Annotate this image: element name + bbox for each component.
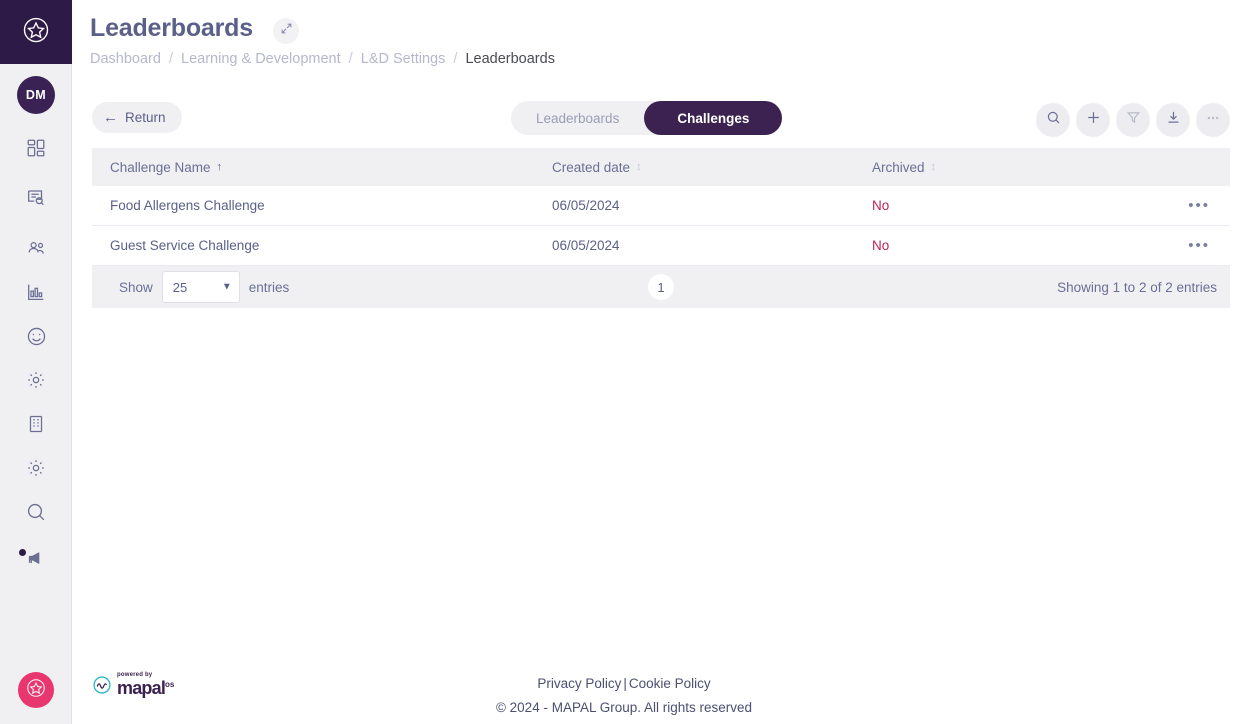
breadcrumb-item-learning-development[interactable]: Learning & Development: [181, 51, 341, 67]
page-size-select-wrapper: 25 10 50 100 ▼: [161, 271, 240, 303]
cell-created-date: 06/05/2024: [552, 198, 620, 213]
table-footer: Show 25 10 50 100 ▼ entries 1 Showing 1 …: [92, 266, 1230, 308]
return-button[interactable]: ← Return: [92, 102, 182, 133]
cell-challenge-name: Guest Service Challenge: [110, 238, 260, 253]
link-divider: |: [623, 676, 627, 691]
sidebar-item-reports[interactable]: [0, 182, 72, 212]
gear-icon: [25, 369, 47, 391]
entries-label: entries: [248, 279, 290, 295]
filter-button[interactable]: [1116, 103, 1150, 137]
return-button-label: Return: [125, 110, 166, 125]
download-icon: [1165, 109, 1182, 131]
sort-none-icon: ↕: [636, 160, 642, 173]
search-icon: [1045, 109, 1062, 131]
breadcrumb-separator: /: [168, 51, 173, 67]
star-circle-icon: [21, 15, 51, 50]
breadcrumb-item-dashboard[interactable]: Dashboard: [90, 51, 161, 67]
show-label: Show: [119, 279, 153, 295]
search-button[interactable]: [1036, 103, 1070, 137]
toolbar-actions: [1036, 103, 1230, 137]
document-search-icon: [25, 186, 47, 208]
view-toggle-group: Leaderboards Challenges: [511, 101, 783, 135]
breadcrumb-item-ld-settings[interactable]: L&D Settings: [361, 51, 446, 67]
megaphone-icon: [18, 547, 48, 570]
sidebar-item-announcements[interactable]: [0, 543, 72, 573]
tab-challenges[interactable]: Challenges: [644, 101, 783, 135]
notification-badge: [18, 548, 26, 556]
legal-links: Privacy Policy | Cookie Policy: [0, 672, 1248, 696]
sidebar-item-analytics[interactable]: [0, 277, 72, 307]
row-actions-button[interactable]: •••: [1172, 237, 1230, 254]
dashboard-grid-icon: [25, 137, 47, 159]
add-button[interactable]: [1076, 103, 1110, 137]
pagination-page-1[interactable]: 1: [648, 274, 674, 300]
tab-leaderboards[interactable]: Leaderboards: [511, 101, 644, 135]
row-actions-button[interactable]: •••: [1172, 197, 1230, 214]
sidebar: DM: [0, 0, 72, 724]
breadcrumb-separator: /: [348, 51, 353, 67]
gear-settings-icon: [25, 457, 47, 479]
expand-fullscreen-button[interactable]: [273, 18, 299, 44]
column-label: Challenge Name: [110, 159, 211, 175]
more-horizontal-icon: [1204, 109, 1222, 132]
showing-entries-text: Showing 1 to 2 of 2 entries: [1057, 279, 1217, 295]
smiley-icon: [25, 325, 48, 348]
column-header-archived[interactable]: Archived ↕: [872, 160, 1172, 175]
sort-ascending-icon: ↑: [216, 160, 223, 173]
cell-created-date: 06/05/2024: [552, 238, 620, 253]
cell-archived: No: [872, 198, 890, 213]
app-root: DM Leaderboards Dashboard / Learning & D…: [0, 0, 1248, 724]
sidebar-item-dashboard[interactable]: [0, 133, 72, 163]
table-row[interactable]: Food Allergens Challenge 06/05/2024 No •…: [92, 186, 1230, 226]
column-header-created-date[interactable]: Created date ↕: [552, 160, 872, 175]
bar-chart-icon: [25, 281, 47, 303]
footer-legal: Privacy Policy | Cookie Policy © 2024 - MA…: [0, 672, 1248, 720]
more-options-button[interactable]: [1196, 103, 1230, 137]
page-title: Leaderboards: [90, 14, 253, 42]
sidebar-item-locations[interactable]: [0, 409, 72, 439]
column-header-challenge-name[interactable]: Challenge Name ↑: [92, 160, 552, 175]
search-icon: [24, 500, 48, 524]
app-logo[interactable]: [0, 0, 72, 64]
cell-archived: No: [872, 238, 890, 253]
expand-arrows-icon: [280, 22, 293, 40]
cookie-policy-link[interactable]: Cookie Policy: [629, 676, 711, 691]
filter-funnel-icon: [1125, 109, 1142, 131]
plus-icon: [1085, 109, 1102, 131]
table-header-row: Challenge Name ↑ Created date ↕ Archived…: [92, 148, 1230, 186]
sidebar-item-engagement[interactable]: [0, 321, 72, 351]
sidebar-item-operations[interactable]: [0, 365, 72, 395]
breadcrumb-item-leaderboards: Leaderboards: [465, 51, 555, 67]
sidebar-item-people[interactable]: [0, 233, 72, 263]
sidebar-item-settings[interactable]: [0, 453, 72, 483]
breadcrumb-separator: /: [453, 51, 458, 67]
privacy-policy-link[interactable]: Privacy Policy: [537, 676, 621, 691]
page-size-control: Show 25 10 50 100 ▼ entries: [92, 271, 289, 303]
breadcrumb: Dashboard / Learning & Development / L&D…: [90, 48, 650, 70]
sidebar-item-search[interactable]: [0, 497, 72, 527]
building-icon: [25, 413, 47, 435]
export-button[interactable]: [1156, 103, 1190, 137]
challenges-table: Challenge Name ↑ Created date ↕ Archived…: [92, 148, 1230, 308]
page-size-select[interactable]: 25 10 50 100: [161, 271, 240, 303]
user-avatar[interactable]: DM: [17, 76, 55, 114]
sort-none-icon: ↕: [930, 160, 937, 173]
cell-challenge-name: Food Allergens Challenge: [110, 198, 265, 213]
column-label: Created date: [552, 159, 631, 175]
people-icon: [25, 237, 48, 260]
arrow-left-icon: ←: [103, 109, 118, 126]
table-row[interactable]: Guest Service Challenge 06/05/2024 No ••…: [92, 226, 1230, 266]
copyright-text: © 2024 - MAPAL Group. All rights reserve…: [495, 700, 753, 715]
column-label: Archived: [872, 159, 925, 175]
